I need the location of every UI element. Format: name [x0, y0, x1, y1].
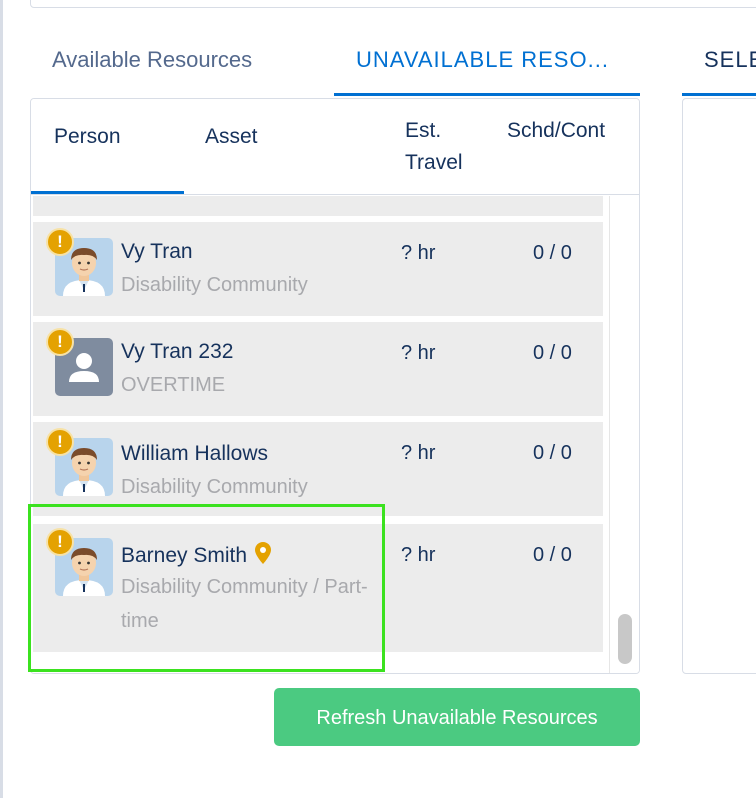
schedule-count: 0 / 0: [533, 342, 572, 364]
column-asset[interactable]: Asset: [205, 121, 258, 153]
left-border: [0, 0, 3, 798]
column-est-travel[interactable]: Est. Travel: [405, 115, 485, 179]
resource-subtitle: Disability Community: [121, 274, 308, 296]
warning-icon: !: [46, 228, 74, 256]
tab-available-resources[interactable]: Available Resources: [52, 40, 252, 96]
list-item[interactable]: ! Vy Tran Disability Community ? hr 0 / …: [33, 222, 603, 316]
scrollbar-thumb[interactable]: [618, 614, 632, 664]
warning-icon: !: [46, 328, 74, 356]
est-travel: ? hr: [401, 342, 436, 364]
warning-icon: !: [46, 428, 74, 456]
refresh-unavailable-resources-button[interactable]: Refresh Unavailable Resources: [274, 688, 640, 746]
column-schedule[interactable]: Schd/Cont: [507, 115, 617, 147]
person-tab-indicator: [31, 191, 184, 194]
schedule-count: 0 / 0: [533, 442, 572, 464]
resource-subtitle: Disability Community: [121, 476, 308, 498]
top-card: [30, 0, 756, 8]
resource-subtitle: OVERTIME: [121, 374, 226, 396]
selected-panel: [682, 98, 756, 674]
resource-name: Vy Tran 232: [121, 340, 234, 363]
list-item[interactable]: ! William Hallows Disability Community ?…: [33, 422, 603, 516]
resource-name: Vy Tran: [121, 240, 193, 263]
tab-unavailable-resources[interactable]: UNAVAILABLE RESO...: [334, 40, 640, 96]
tab-selected[interactable]: SELE: [681, 40, 756, 96]
list-item[interactable]: ! Vy Tran 232 OVERTIME ? hr 0 / 0: [33, 322, 603, 416]
est-travel: ? hr: [401, 544, 436, 566]
scrollbar[interactable]: [609, 196, 639, 673]
partial-row-text: — — — — — — —: [121, 196, 286, 206]
schedule-count: 0 / 0: [533, 242, 572, 264]
resource-tabs: Available Resources UNAVAILABLE RESO... …: [30, 40, 756, 98]
table-header: Person Asset Est. Travel Schd/Cont: [31, 99, 639, 195]
est-travel: ? hr: [401, 242, 436, 264]
selection-highlight: [28, 504, 385, 672]
est-travel: ? hr: [401, 442, 436, 464]
column-person[interactable]: Person: [54, 121, 121, 153]
schedule-count: 0 / 0: [533, 544, 572, 566]
list-item-partial: — — — — — — —: [33, 196, 603, 216]
resource-name: William Hallows: [121, 442, 269, 465]
